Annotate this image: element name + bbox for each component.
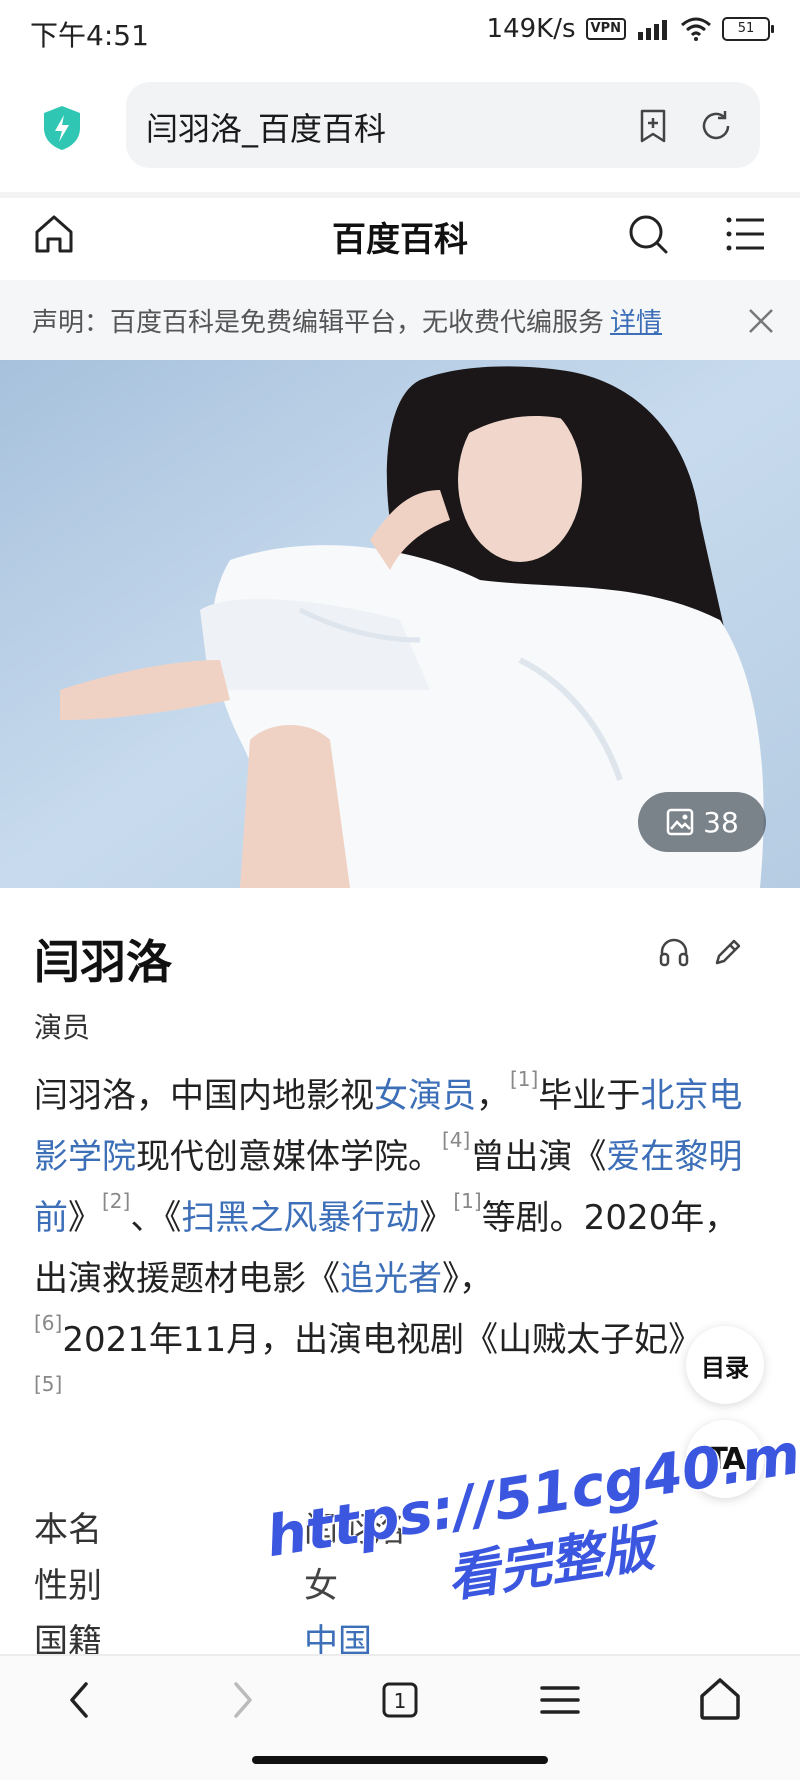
home-icon[interactable]	[698, 1676, 742, 1722]
table-of-contents-button[interactable]: 目录	[686, 1326, 764, 1404]
disclaimer-details-link[interactable]: 详情	[610, 308, 662, 338]
link-drama-2[interactable]: 扫黑之风暴行动	[181, 1198, 419, 1238]
back-icon[interactable]	[60, 1678, 100, 1722]
address-bar-title[interactable]: 闫羽洛_百度百科	[146, 104, 386, 150]
bookmark-add-icon[interactable]	[636, 108, 670, 144]
disclaimer-message: 声明：百度百科是免费编辑平台，无收费代编服务	[32, 308, 605, 338]
reference-1[interactable]: [1]	[510, 1067, 538, 1091]
link-film[interactable]: 追光者	[340, 1259, 442, 1299]
photo-count-badge[interactable]: 38	[638, 792, 766, 852]
battery-indicator: 51	[722, 17, 774, 41]
reference-2[interactable]: [2]	[102, 1189, 130, 1213]
vpn-badge: VPN	[585, 18, 626, 40]
summary-text: 》，	[442, 1259, 493, 1299]
reference-5[interactable]: [5]	[34, 1372, 62, 1396]
status-time: 下午4:51	[30, 19, 149, 52]
watermark: https://51cg40.me 看完整版	[262, 1416, 800, 1639]
tab-count: 1	[394, 1689, 407, 1713]
summary-text: 》	[419, 1198, 454, 1238]
status-indicators: 149K/s VPN 51	[486, 14, 774, 44]
network-speed: 149K/s	[486, 14, 576, 44]
reference-6[interactable]: [6]	[34, 1311, 62, 1335]
summary-text: 》	[68, 1198, 102, 1238]
tabs-icon: 1	[382, 1682, 418, 1718]
close-icon[interactable]	[746, 306, 776, 336]
info-label-gender: 性别	[34, 1566, 102, 1606]
info-label-name: 本名	[34, 1510, 102, 1550]
signal-icon	[638, 20, 667, 40]
gallery-icon	[666, 808, 694, 836]
photo-count: 38	[703, 805, 739, 839]
summary-text: ，	[476, 1076, 510, 1116]
forward-icon[interactable]	[222, 1678, 262, 1722]
disclaimer-text: 声明：百度百科是免费编辑平台，无收费代编服务 详情	[32, 302, 662, 339]
headphones-icon[interactable]	[658, 936, 690, 968]
summary-text: 闫羽洛，中国内地影视	[34, 1076, 374, 1116]
reference-4[interactable]: [4]	[442, 1128, 470, 1152]
summary-text: 、《	[130, 1198, 182, 1238]
entry-summary: 闫羽洛，中国内地影视女演员，[1]毕业于北京电影学院现代创意媒体学院。[4]曾出…	[34, 1066, 764, 1432]
menu-icon[interactable]	[724, 212, 768, 256]
site-title: 百度百科	[332, 220, 468, 260]
summary-text: 曾出演《	[470, 1137, 607, 1177]
entry-subtitle: 演员	[34, 1011, 91, 1044]
hamburger-icon[interactable]	[538, 1678, 582, 1722]
summary-text: 2021年11月，出演电视剧《山贼太子妃》	[62, 1320, 703, 1360]
entry-title: 闫羽洛	[34, 935, 172, 989]
home-indicator	[252, 1756, 548, 1764]
link-actress[interactable]: 女演员	[374, 1076, 476, 1116]
search-icon[interactable]	[626, 212, 670, 256]
pencil-icon[interactable]	[712, 936, 744, 968]
reload-icon[interactable]	[698, 108, 734, 144]
summary-text: 现代创意媒体学院。	[136, 1137, 442, 1177]
tabs-button[interactable]: 1	[380, 1678, 420, 1722]
shield-icon[interactable]	[40, 104, 84, 152]
reference-1b[interactable]: [1]	[453, 1189, 481, 1213]
wifi-icon	[681, 17, 711, 41]
summary-text: 毕业于	[538, 1076, 641, 1116]
